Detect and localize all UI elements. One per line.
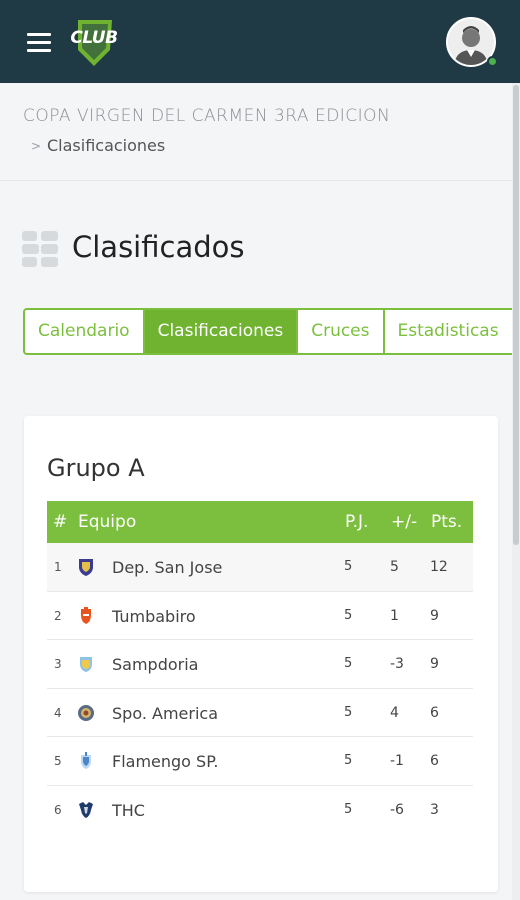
club-logo[interactable]: CLUB [68,16,120,68]
position: 1 [54,560,62,574]
standings-card: Grupo A # Equipo P.J. +/- Pts. 1 Dep. Sa… [24,416,498,892]
breadcrumb: COPA VIRGEN DEL CARMEN 3RA EDICION > Cla… [0,83,520,181]
top-app-bar: CLUB [0,0,520,83]
games-played: 5 [344,753,353,768]
table-row[interactable]: 3 Sampdoria 5 -3 9 [47,640,473,689]
light-blue-crest-icon [81,752,91,769]
column-header-num: # [53,512,68,532]
points: 3 [430,801,439,818]
breadcrumb-tournament[interactable]: COPA VIRGEN DEL CARMEN 3RA EDICION [23,106,390,126]
orange-crest-icon [81,606,91,624]
games-played: 5 [344,559,353,574]
games-played: 5 [344,801,353,817]
points: 9 [430,607,439,624]
team-name[interactable]: THC [112,801,145,820]
points: 9 [430,656,439,672]
team-name[interactable]: Flamengo SP. [112,752,218,771]
section-tabs: Calendario Clasificaciones Cruces Estadi… [23,308,520,355]
group-title: Grupo A [47,454,145,482]
games-played: 5 [344,607,353,623]
tab-clasificaciones[interactable]: Clasificaciones [144,310,299,353]
position: 4 [54,705,62,720]
goal-difference: -3 [390,656,404,672]
page-title: Clasificados [72,230,245,264]
position: 3 [54,657,62,671]
shield-crest-icon [79,559,93,576]
column-header-pj: P.J. [345,512,369,532]
position: 6 [54,802,62,817]
goal-difference: 5 [390,559,399,575]
breadcrumb-current: Clasificaciones [47,136,166,155]
table-row[interactable]: 1 Dep. San Jose 5 5 12 [47,543,473,592]
online-status-dot [487,56,498,67]
position: 2 [54,608,62,623]
standings-table: # Equipo P.J. +/- Pts. 1 Dep. San Jose 5… [47,501,473,834]
goal-difference: -6 [390,801,404,818]
tab-cruces[interactable]: Cruces [298,310,385,353]
games-played: 5 [344,656,353,671]
points: 6 [430,704,439,721]
table-row[interactable]: 6 THC 5 -6 3 [47,785,473,834]
team-name[interactable]: Tumbabiro [112,607,196,626]
points: 6 [430,753,439,769]
breadcrumb-separator: > [31,139,42,153]
position: 5 [54,754,62,768]
goal-difference: 4 [390,704,399,721]
games-played: 5 [344,704,353,720]
grid-icon [22,231,58,267]
tab-estadisticas[interactable]: Estadisticas [385,310,519,353]
team-name[interactable]: Sampdoria [112,655,198,674]
menu-icon[interactable] [27,33,51,53]
team-name[interactable]: Spo. America [112,704,218,723]
column-header-dif: +/- [391,512,418,532]
goal-difference: -1 [390,753,404,769]
goal-difference: 1 [390,607,399,624]
dark-crest-icon [79,801,93,818]
page-scrollbar-thumb[interactable] [513,85,519,545]
table-row[interactable]: 2 Tumbabiro 5 1 9 [47,591,473,640]
round-crest-icon [78,704,94,721]
tab-calendario[interactable]: Calendario [25,310,145,353]
column-header-pts: Pts. [431,512,463,532]
points: 12 [430,559,448,575]
team-name[interactable]: Dep. San Jose [112,558,222,577]
table-header: # Equipo P.J. +/- Pts. [47,501,473,543]
column-header-team: Equipo [78,512,137,532]
logo-text: CLUB [70,28,118,48]
table-row[interactable]: 5 Flamengo SP. 5 -1 6 [47,737,473,786]
blue-crest-icon [80,657,92,672]
table-row[interactable]: 4 Spo. America 5 4 6 [47,688,473,737]
